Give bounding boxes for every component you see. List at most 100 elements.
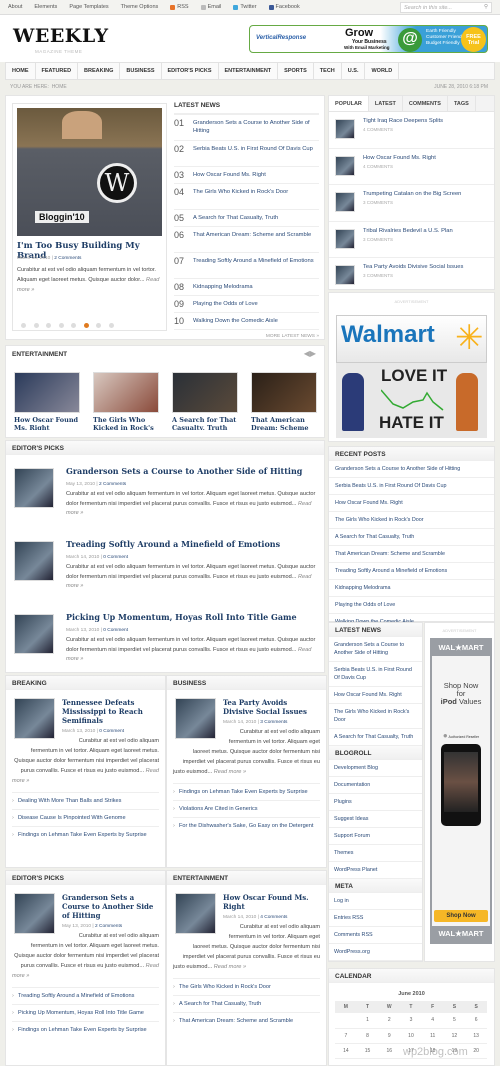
latest-link[interactable]: The Girls Who Kicked in Rock's Door — [329, 704, 422, 729]
blogroll-link[interactable]: Documentation — [329, 777, 422, 794]
recent-link[interactable]: Kidnapping Melodrama — [329, 580, 494, 597]
latest-link[interactable]: Granderson Sets a Course to Another Side… — [329, 637, 422, 662]
post-thumbnail[interactable] — [14, 893, 55, 934]
latest-news-item[interactable]: 07 Treading Softly Around a Minefield of … — [174, 253, 319, 279]
carousel-title[interactable]: A Search for That Casualty, Truth — [172, 416, 238, 430]
latest-news-item[interactable]: 02 Serbia Beats U.S. in First Round Of Da… — [174, 141, 319, 167]
post-thumbnail[interactable] — [14, 698, 55, 739]
nav-item[interactable]: TECH — [314, 63, 342, 79]
featured-image[interactable]: W Bloggin'10 — [17, 108, 162, 236]
post-title[interactable]: Treading Softly Around a Minefield of Em… — [66, 539, 280, 549]
meta-link[interactable]: WordPress.org — [329, 944, 422, 961]
post-thumbnail[interactable] — [335, 265, 355, 285]
blogroll-link[interactable]: Suggest Ideas — [329, 811, 422, 828]
recent-link[interactable]: A Search for That Casualty, Truth — [329, 529, 494, 546]
nav-item[interactable]: SPORTS — [278, 63, 314, 79]
post-thumbnail[interactable] — [335, 228, 355, 249]
latest-news-item[interactable]: 06 That American Dream: Scheme and Scramb… — [174, 227, 319, 253]
post-title[interactable]: Picking Up Momentum, Hoyas Roll Into Tit… — [66, 612, 297, 622]
nav-item[interactable]: BUSINESS — [120, 63, 162, 79]
post-title[interactable]: Tea Party Avoids Divisive Social Issues — [363, 263, 463, 271]
meta-link[interactable]: Log in — [329, 893, 422, 910]
carousel-item[interactable]: A Search for That Casualty, Truth — [172, 372, 238, 430]
slider-dot[interactable] — [108, 323, 114, 328]
blogroll-link[interactable]: Development Blog — [329, 760, 422, 777]
latest-link[interactable]: How Oscar Found Ms. Right — [329, 687, 422, 704]
related-link[interactable]: A Search for That Casualty, Truth — [173, 995, 320, 1012]
latest-news-item[interactable]: 01 Granderson Sets a Course to Another Si… — [174, 115, 319, 141]
post-thumbnail[interactable] — [335, 192, 355, 212]
related-link[interactable]: Findings on Lehman Take Even Experts by … — [12, 1021, 159, 1038]
meta-link[interactable]: Entries RSS — [329, 910, 422, 927]
item-title[interactable]: A Search for That Casualty, Truth — [193, 213, 278, 223]
recent-link[interactable]: Treading Softly Around a Minefield of Em… — [329, 563, 494, 580]
nav-item[interactable]: HOME — [6, 63, 36, 79]
popular-item[interactable]: Tribal Rivalries Bedevil a U.S. Plan 3 CO… — [329, 222, 494, 258]
popular-item[interactable]: Tight Iraq Race Deepens Splits 4 COMMENTS — [329, 112, 494, 149]
read-more-link[interactable]: Read more » — [214, 769, 246, 775]
recent-link[interactable]: Granderson Sets a Course to Another Side… — [329, 461, 494, 478]
latest-news-item[interactable]: 04 The Girls Who Kicked in Rock's Door — [174, 184, 319, 210]
latest-news-item[interactable]: 03 How Oscar Found Ms. Right — [174, 167, 319, 184]
post-thumbnail[interactable] — [335, 155, 355, 176]
recent-link[interactable]: Playing the Odds of Love — [329, 597, 494, 614]
top-link[interactable]: Elements — [34, 4, 57, 10]
post-title[interactable]: Granderson Sets a Course to Another Side… — [66, 466, 302, 476]
item-title[interactable]: The Girls Who Kicked in Rock's Door — [193, 187, 288, 206]
latest-news-item[interactable]: 10 Walking Down the Comedic Aisle — [174, 313, 319, 330]
item-title[interactable]: Granderson Sets a Course to Another Side… — [193, 118, 319, 137]
carousel-thumbnail[interactable] — [93, 372, 159, 413]
top-link[interactable]: Page Templates — [69, 4, 108, 10]
slider-dot[interactable] — [21, 323, 26, 328]
social-link-rss[interactable]: RSS — [170, 4, 189, 10]
post-thumbnail[interactable] — [335, 119, 355, 139]
item-title[interactable]: Kidnapping Melodrama — [193, 282, 253, 292]
shop-now-button[interactable]: Shop Now — [434, 910, 488, 922]
carousel-title[interactable]: The Girls Who Kicked in Rock's — [93, 416, 159, 430]
nav-item[interactable]: ENTERTAINMENT — [219, 63, 279, 79]
recent-link[interactable]: Serbia Beats U.S. in First Round Of Davi… — [329, 478, 494, 495]
social-link-twitter[interactable]: Twitter — [233, 4, 257, 10]
popular-item[interactable]: Trumpeting Catalan on the Big Screen 3 CO… — [329, 185, 494, 222]
post-thumbnail[interactable] — [14, 541, 54, 581]
related-link[interactable]: Violations Are Cited in Generics — [173, 800, 320, 817]
slider-dot[interactable] — [46, 323, 51, 328]
carousel-item[interactable]: That American Dream: Scheme — [251, 372, 317, 430]
related-link[interactable]: Picking Up Momentum, Hoyas Roll Into Tit… — [12, 1004, 159, 1021]
item-title[interactable]: Treading Softly Around a Minefield of Em… — [193, 256, 314, 275]
header-banner-ad[interactable]: VerticalResponse Grow Your Business With… — [249, 25, 488, 53]
related-link[interactable]: The Girls Who Kicked in Rock's Door — [173, 978, 320, 995]
related-link[interactable]: Dealing With More Than Balls and Strikes — [12, 792, 159, 809]
related-link[interactable]: Findings on Lehman Take Even Experts by … — [12, 826, 159, 843]
social-link-facebook[interactable]: Facebook — [268, 4, 300, 10]
post-thumbnail[interactable] — [14, 468, 54, 508]
social-link-email[interactable]: Email — [200, 4, 221, 10]
recent-link[interactable]: That American Dream: Scheme and Scramble — [329, 546, 494, 563]
search-input[interactable]: Search in this site... ⚲ — [400, 2, 492, 13]
nav-item[interactable]: BREAKING — [78, 63, 121, 79]
slider-dot[interactable] — [58, 323, 64, 328]
carousel-thumbnail[interactable] — [172, 372, 238, 413]
slider-dot[interactable] — [71, 323, 76, 328]
carousel-title[interactable]: How Oscar Found Ms. Right — [14, 416, 80, 430]
post-thumbnail[interactable] — [175, 893, 216, 934]
top-link[interactable]: About — [8, 4, 22, 10]
item-title[interactable]: Walking Down the Comedic Aisle — [193, 316, 278, 326]
carousel-title[interactable]: That American Dream: Scheme — [251, 416, 317, 430]
item-title[interactable]: Playing the Odds of Love — [193, 299, 258, 309]
next-arrow-icon[interactable]: ▶ — [310, 349, 316, 358]
post-thumbnail[interactable] — [175, 698, 216, 739]
post-title[interactable]: How Oscar Found Ms. Right — [363, 154, 436, 162]
related-link[interactable]: Disease Cause Is Pinpointed With Genome — [12, 809, 159, 826]
slider-dot[interactable] — [83, 323, 89, 328]
tab-latest[interactable]: LATEST — [369, 96, 403, 111]
nav-item[interactable]: EDITOR'S PICKS — [162, 63, 219, 79]
walmart-ad-image[interactable]: LOVE IT HATE IT — [336, 363, 487, 438]
read-more-link[interactable]: Read more » — [214, 964, 246, 970]
related-link[interactable]: For the Dishwasher's Sake, Go Easy on th… — [173, 817, 320, 834]
blogroll-link[interactable]: Support Forum — [329, 828, 422, 845]
tab-tags[interactable]: TAGS — [448, 96, 476, 111]
blogroll-link[interactable]: Plugins — [329, 794, 422, 811]
post-title[interactable]: Tribal Rivalries Bedevil a U.S. Plan — [363, 227, 453, 235]
nav-item[interactable]: U.S. — [342, 63, 366, 79]
